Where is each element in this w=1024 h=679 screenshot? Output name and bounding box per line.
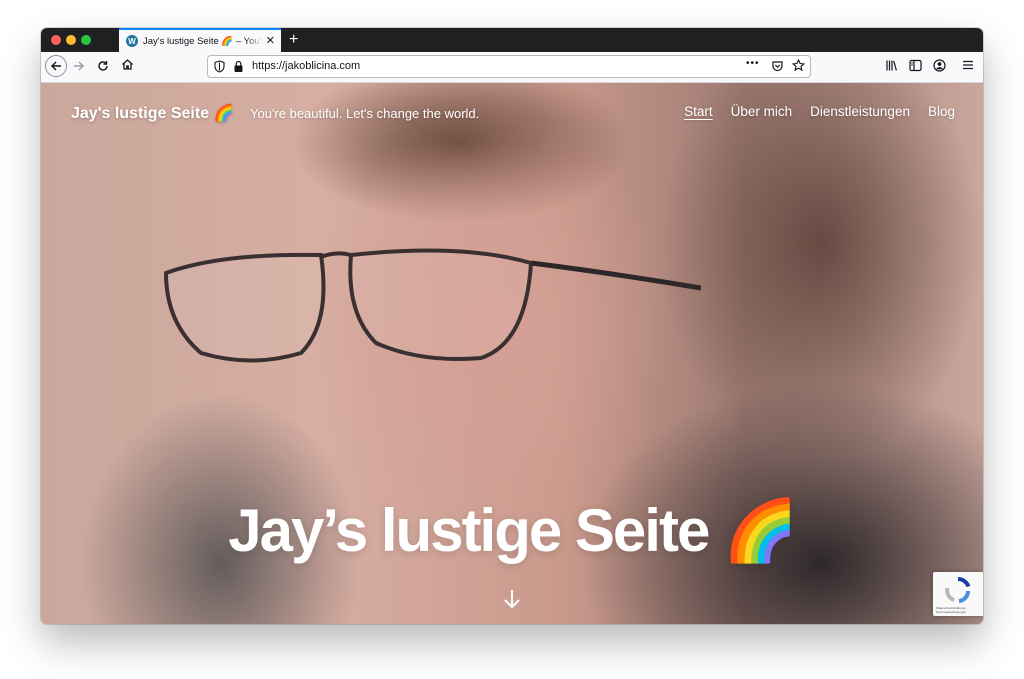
close-window-button[interactable] <box>51 35 61 45</box>
hamburger-menu-icon[interactable] <box>962 59 974 74</box>
tracking-protection-icon[interactable] <box>214 60 225 78</box>
account-icon[interactable] <box>933 59 946 75</box>
minimize-window-button[interactable] <box>66 35 76 45</box>
address-bar[interactable]: https://jakoblicina.com ••• <box>207 55 811 78</box>
arrow-left-icon <box>51 61 61 71</box>
back-button[interactable] <box>45 55 67 77</box>
recaptcha-terms-link[interactable]: Datenschutzerklärung - Nutzungsbedingung… <box>936 606 983 614</box>
scroll-down-arrow-icon[interactable] <box>503 588 521 612</box>
browser-tab[interactable]: W Jay's lustige Seite 🌈 – You're beautif… <box>119 28 281 52</box>
tab-strip: W Jay's lustige Seite 🌈 – You're beautif… <box>41 28 983 52</box>
nav-item-blog[interactable]: Blog <box>928 104 955 119</box>
url-text[interactable]: https://jakoblicina.com <box>252 60 360 72</box>
hero-section: Jay's lustige Seite 🌈 You're beautiful. … <box>41 83 983 624</box>
new-tab-button[interactable]: + <box>289 30 298 50</box>
browser-window: W Jay's lustige Seite 🌈 – You're beautif… <box>41 28 983 624</box>
recaptcha-badge[interactable]: Datenschutzerklärung - Nutzungsbedingung… <box>933 572 983 616</box>
pocket-icon[interactable] <box>771 60 784 76</box>
reload-icon <box>98 61 108 71</box>
sidebar-icon[interactable] <box>909 59 922 75</box>
bookmark-star-icon[interactable] <box>791 58 806 75</box>
recaptcha-icon <box>945 577 971 603</box>
forward-button[interactable] <box>73 59 85 75</box>
arrow-right-icon <box>74 61 84 71</box>
nav-item-start[interactable]: Start <box>684 104 713 119</box>
hero-photo-glasses <box>163 248 701 363</box>
navigation-toolbar: https://jakoblicina.com ••• <box>41 52 983 83</box>
reload-button[interactable] <box>97 59 109 75</box>
site-tagline: You're beautiful. Let's change the world… <box>250 106 480 121</box>
tab-close-icon[interactable]: ✕ <box>266 35 275 47</box>
zoom-window-button[interactable] <box>81 35 91 45</box>
nav-item-dienstleistungen[interactable]: Dienstleistungen <box>810 104 910 119</box>
hero-title: Jay’s lustige Seite 🌈 <box>228 497 797 564</box>
nav-item-ueber-mich[interactable]: Über mich <box>731 104 793 119</box>
site-title-link[interactable]: Jay's lustige Seite 🌈 <box>71 103 233 123</box>
wordpress-icon: W <box>126 35 138 47</box>
home-button[interactable] <box>120 58 134 72</box>
page-actions-menu-icon[interactable]: ••• <box>746 58 760 69</box>
lock-icon[interactable] <box>233 60 244 78</box>
home-icon <box>121 59 133 70</box>
library-icon[interactable] <box>885 59 898 75</box>
tab-title: Jay's lustige Seite 🌈 – You're beautiful… <box>143 35 263 47</box>
primary-navigation: Start Über mich Dienstleistungen Blog <box>684 104 955 119</box>
